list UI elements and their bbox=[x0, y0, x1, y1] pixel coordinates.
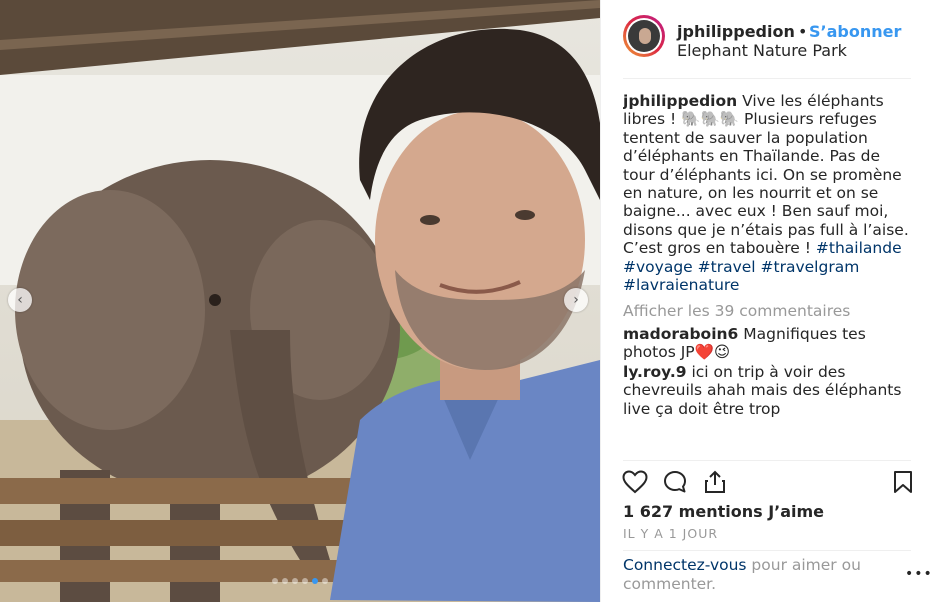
avatar[interactable] bbox=[623, 15, 665, 57]
post-side-panel: jphilippedion • S’abonner Elephant Natur… bbox=[600, 0, 936, 602]
comment-item: ly.roy.9 ici on trip à voir des chevreui… bbox=[623, 363, 915, 418]
carousel-dot bbox=[292, 578, 298, 584]
carousel-prev-button[interactable]: ‹ bbox=[8, 288, 32, 312]
comment-username[interactable]: ly.roy.9 bbox=[623, 363, 687, 381]
carousel-dot bbox=[272, 578, 278, 584]
likes-count[interactable]: 1 627 mentions J’aime bbox=[623, 502, 824, 521]
post-timestamp[interactable]: IL Y A 1 JOUR bbox=[623, 526, 718, 541]
header-divider bbox=[623, 78, 911, 79]
view-all-comments-link[interactable]: Afficher les 39 commentaires bbox=[623, 302, 915, 320]
follow-button[interactable]: S’abonner bbox=[809, 22, 901, 41]
login-divider bbox=[623, 550, 911, 551]
action-bar bbox=[601, 462, 936, 502]
caption: jphilippedion Vive les éléphants libres … bbox=[623, 92, 915, 294]
actions-divider bbox=[623, 460, 911, 461]
hashtag-link[interactable]: #voyage bbox=[623, 258, 693, 276]
avatar-photo bbox=[628, 20, 660, 52]
save-button[interactable] bbox=[887, 466, 919, 498]
avatar-inner bbox=[626, 18, 662, 54]
instagram-post: ‹ › jphilippedion • S’abonner Elephant N… bbox=[0, 0, 936, 602]
carousel-indicator bbox=[0, 578, 600, 584]
location-link[interactable]: Elephant Nature Park bbox=[677, 41, 847, 60]
photo-illustration bbox=[0, 0, 600, 602]
caption-text: Vive les éléphants libres ! 🐘🐘🐘 Plusieur… bbox=[623, 92, 909, 258]
caption-username[interactable]: jphilippedion bbox=[623, 92, 737, 110]
login-link[interactable]: Connectez-vous bbox=[623, 556, 747, 574]
hashtag-link[interactable]: #thailande bbox=[816, 239, 902, 257]
header-separator: • bbox=[798, 22, 808, 41]
carousel-dot bbox=[282, 578, 288, 584]
more-options-button[interactable]: ••• bbox=[905, 566, 933, 582]
post-photo[interactable]: ‹ › bbox=[0, 0, 600, 602]
heart-icon bbox=[622, 470, 648, 494]
comment-list: madoraboin6 Magnifiques tes photos JP❤️😉… bbox=[623, 325, 915, 418]
carousel-dot bbox=[322, 578, 328, 584]
bookmark-icon bbox=[894, 471, 912, 493]
carousel-next-button[interactable]: › bbox=[564, 288, 588, 312]
hashtag-link[interactable]: #travel bbox=[698, 258, 756, 276]
login-prompt: Connectez-vous pour aimer ou commenter. bbox=[623, 556, 873, 594]
share-button[interactable] bbox=[699, 466, 731, 498]
post-header: jphilippedion • S’abonner Elephant Natur… bbox=[601, 0, 936, 78]
comment-button[interactable] bbox=[659, 466, 691, 498]
comments-section: jphilippedion Vive les éléphants libres … bbox=[623, 92, 915, 452]
header-username[interactable]: jphilippedion bbox=[677, 22, 795, 41]
hashtag-link[interactable]: #travelgram bbox=[761, 258, 860, 276]
share-icon bbox=[705, 470, 725, 493]
like-button[interactable] bbox=[619, 466, 651, 498]
carousel-dot bbox=[312, 578, 318, 584]
comment-item: madoraboin6 Magnifiques tes photos JP❤️😉 bbox=[623, 325, 915, 362]
carousel-dot bbox=[302, 578, 308, 584]
hashtag-link[interactable]: #lavraienature bbox=[623, 276, 739, 294]
comment-icon bbox=[664, 471, 686, 493]
comment-username[interactable]: madoraboin6 bbox=[623, 325, 738, 343]
